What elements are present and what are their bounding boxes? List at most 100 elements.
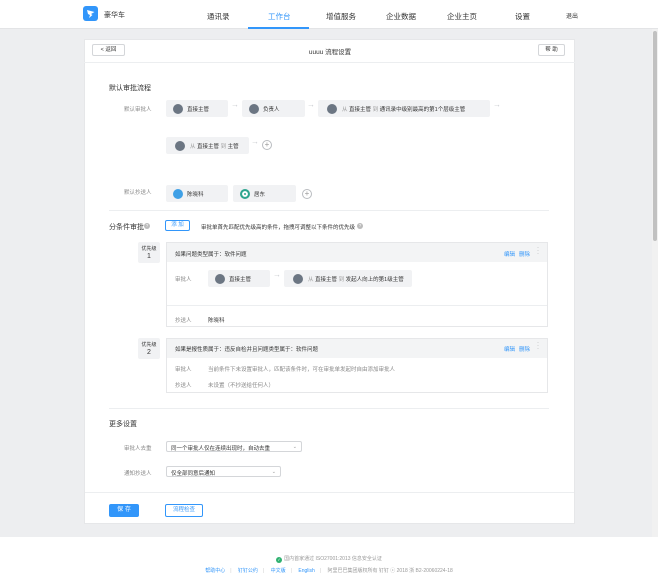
dedup-selected-value: 同一个审批人仅在连续出现时，自动去重	[171, 446, 271, 452]
user-icon	[249, 103, 259, 114]
arrow-icon: →	[493, 100, 501, 109]
notify-cc-label: 通知抄送人	[124, 471, 152, 477]
node-label: 通讯录中级别最高的第1个层级主管	[379, 107, 466, 113]
from-text: 从	[190, 144, 196, 150]
user-avatar-icon	[173, 188, 183, 199]
drag-handle-icon[interactable]: · · ·	[537, 340, 539, 352]
edit-link[interactable]: 编辑	[504, 250, 515, 258]
process-check-button[interactable]: 流程检查	[165, 504, 203, 517]
check-circle-icon: ✓	[276, 557, 283, 563]
approver-label: 审批人	[175, 367, 192, 373]
dedup-label: 审批人去重	[124, 446, 152, 452]
save-button[interactable]: 保 存	[109, 504, 139, 517]
notify-cc-select[interactable]: 仅全部同意后通知 ⌄	[166, 466, 281, 477]
drag-handle-icon[interactable]: · · ·	[537, 245, 539, 257]
priority-label: 优先级	[141, 342, 157, 348]
priority-hint: 审批单首先匹配优先级高的条件，拖拽可调整以下条件的优先级	[201, 225, 356, 231]
help-circle-icon[interactable]: ?	[357, 223, 363, 229]
approver-label: 审批人	[175, 277, 192, 283]
group-user-icon	[172, 140, 185, 151]
legal-text: 阿里巴巴集团版权所有 钉钉 ⓒ 2018 浙 B2-20060224-18	[327, 568, 453, 574]
cc-value: 陈晓科	[208, 318, 225, 324]
approver-node[interactable]: 直接主管	[208, 270, 270, 287]
priority-label: 优先级	[141, 246, 157, 252]
security-cert: ✓ 国内首家通过 ISO27001:2013 信息安全认证	[0, 555, 658, 563]
priority-badge[interactable]: 优先级 2	[138, 338, 160, 359]
footer-divider	[85, 492, 574, 493]
edit-link[interactable]: 编辑	[504, 345, 515, 353]
add-approver-plus-icon[interactable]: +	[262, 140, 272, 150]
delete-link[interactable]: 删除	[519, 250, 530, 258]
dedup-select[interactable]: 同一个审批人仅在连续出现时，自动去重 ⌄	[166, 441, 302, 452]
approver-node[interactable]: 从 直接主管 到 发起人向上的第1级主管	[284, 270, 412, 287]
footer-links: 帮助中心 | 钉钉公约 | 中文版 | English | 阿里巴巴集团版权所有 钉钉 …	[205, 568, 453, 574]
default-approver-label: 默认审批人	[124, 107, 152, 113]
logout-link[interactable]: 退出	[566, 11, 578, 20]
back-button[interactable]: < 返回	[92, 44, 125, 56]
cert-text: 国内首家通过 ISO27001:2013 信息安全认证	[284, 556, 382, 562]
user-avatar-icon	[240, 188, 250, 199]
approver-node[interactable]: 负责人	[242, 100, 305, 117]
node-label: 直接主管	[187, 107, 210, 113]
help-button[interactable]: 帮 助	[538, 44, 565, 56]
scrollbar-thumb[interactable]	[653, 31, 657, 241]
help-circle-icon[interactable]: ?	[144, 223, 150, 229]
user-icon	[173, 103, 183, 114]
nav-settings[interactable]: 设置	[515, 11, 530, 22]
header-divider	[84, 62, 575, 63]
approver-node[interactable]: 从 直接主管 到 通讯录中级别最高的第1个层级主管	[318, 100, 490, 117]
arrow-icon: →	[231, 100, 239, 109]
nav-enterprise-data[interactable]: 企业数据	[386, 11, 416, 22]
no-cc-text: 未设置（不抄送给任何人）	[208, 383, 275, 389]
dingtalk-logo-icon[interactable]	[83, 6, 98, 21]
nav-contacts[interactable]: 通讯录	[207, 11, 230, 22]
delete-link[interactable]: 删除	[519, 345, 530, 353]
cc-node[interactable]: 陈晓科	[166, 185, 228, 202]
approver-node[interactable]: 直接主管	[166, 100, 228, 117]
node-label: 发起人向上的第1级主管	[345, 277, 404, 283]
default-flow-title: 默认审批流程	[109, 85, 151, 92]
add-condition-button[interactable]: 添 加	[165, 220, 190, 231]
node-label: 直接主管	[315, 277, 338, 283]
cc-node[interactable]: 居东	[233, 185, 296, 202]
help-center-link[interactable]: 帮助中心	[205, 568, 225, 574]
group-user-icon	[324, 103, 337, 114]
chevron-down-icon: ⌄	[292, 444, 297, 450]
condition-text: 如果是报性质属于：违反自检并且问题类型属于：软件问题	[175, 347, 319, 353]
node-label: 负责人	[263, 107, 280, 113]
node-label: 直接主管	[349, 107, 372, 113]
cc-name: 陈晓科	[187, 192, 204, 198]
more-settings-title: 更多设置	[109, 421, 137, 428]
priority-badge[interactable]: 优先级 1	[138, 242, 160, 263]
node-label: 主管	[227, 144, 239, 150]
from-text: 从	[308, 277, 314, 283]
group-user-icon	[290, 273, 303, 284]
english-link[interactable]: English	[298, 568, 314, 574]
node-label: 直接主管	[197, 144, 220, 150]
to-text: 到	[338, 277, 345, 283]
arrow-icon: →	[273, 270, 281, 279]
cc-label: 抄送人	[175, 383, 192, 389]
nav-workbench[interactable]: 工作台	[268, 11, 291, 22]
company-name[interactable]: 豪华车	[104, 10, 125, 20]
convention-link[interactable]: 钉钉公约	[238, 568, 258, 574]
no-approver-text: 当前条件下未设置审批人，匹配该条件时，可在审批单发起时自由添加审批人	[208, 367, 396, 373]
notify-selected-value: 仅全部同意后通知	[171, 471, 216, 477]
chevron-down-icon: ⌄	[271, 469, 276, 475]
chinese-link[interactable]: 中文版	[271, 568, 286, 574]
page-title: uuuu 流程设置	[308, 49, 352, 56]
to-text: 到	[372, 107, 379, 113]
conditional-approval-title: 分条件审批	[109, 224, 144, 231]
nav-value-added[interactable]: 增值服务	[326, 11, 356, 22]
arrow-icon: →	[307, 100, 315, 109]
approver-node[interactable]: 从 直接主管 到 主管	[166, 137, 249, 154]
section-divider	[109, 210, 549, 211]
add-cc-plus-icon[interactable]: +	[302, 189, 312, 199]
condition-text: 如果问题类型属于：软件问题	[175, 252, 247, 258]
cc-name: 居东	[254, 192, 266, 198]
row-divider	[167, 305, 547, 306]
user-icon	[215, 273, 225, 284]
from-text: 从	[342, 107, 348, 113]
to-text: 到	[220, 144, 227, 150]
nav-enterprise-home[interactable]: 企业主页	[447, 11, 477, 22]
